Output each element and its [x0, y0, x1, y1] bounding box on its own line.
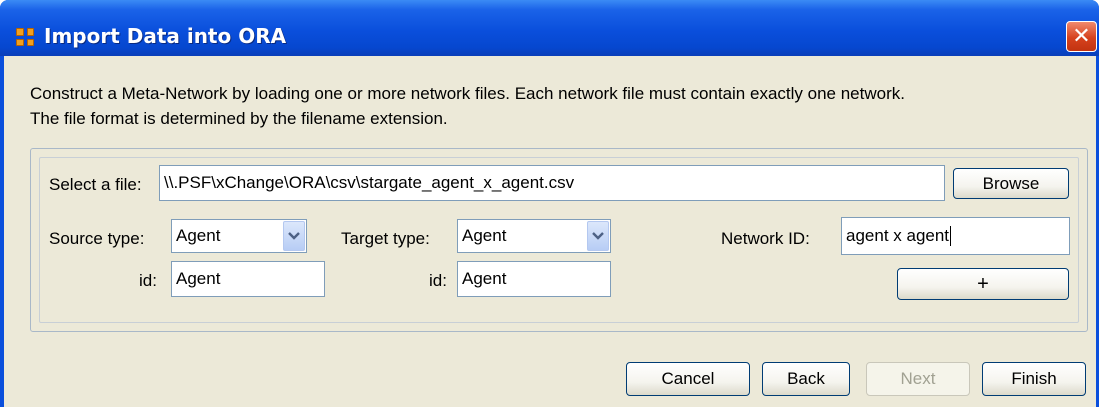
select-file-label: Select a file: [49, 175, 142, 194]
target-id-label: id: [429, 271, 447, 290]
target-type-value: Agent [462, 226, 507, 245]
text-caret [950, 226, 952, 246]
chevron-down-icon[interactable] [283, 221, 305, 251]
intro-text: Construct a Meta-Network by loading one … [30, 81, 1090, 131]
network-id-label: Network ID: [721, 229, 810, 248]
target-id-input[interactable]: Agent [457, 261, 611, 297]
add-network-button[interactable]: + [897, 268, 1069, 300]
network-id-input[interactable]: agent x agent [841, 217, 1070, 255]
network-file-panel: Select a file: \\.PSF\xChange\ORA\csv\st… [30, 148, 1088, 332]
finish-button[interactable]: Finish [982, 362, 1086, 396]
close-button[interactable]: ✕ [1066, 21, 1097, 52]
close-icon: ✕ [1072, 23, 1091, 49]
cancel-button[interactable]: Cancel [626, 362, 750, 396]
source-type-value: Agent [176, 226, 221, 245]
browse-button[interactable]: Browse [953, 168, 1069, 199]
intro-line-1: Construct a Meta-Network by loading one … [30, 84, 905, 103]
source-type-label: Source type: [49, 229, 145, 248]
source-id-input[interactable]: Agent [171, 261, 325, 297]
window-title: Import Data into ORA [44, 24, 287, 48]
network-id-value: agent x agent [846, 226, 950, 245]
import-dialog: Import Data into ORA ✕ Construct a Meta-… [0, 0, 1099, 407]
source-id-label: id: [139, 271, 157, 290]
dialog-body: Construct a Meta-Network by loading one … [4, 56, 1096, 407]
source-type-select[interactable]: Agent [171, 219, 307, 253]
back-button[interactable]: Back [762, 362, 850, 396]
intro-line-2: The file format is determined by the fil… [30, 109, 448, 128]
next-button[interactable]: Next [866, 362, 970, 396]
ora-app-icon [16, 28, 34, 46]
title-bar[interactable]: Import Data into ORA ✕ [0, 0, 1099, 56]
target-type-label: Target type: [341, 229, 430, 248]
chevron-down-icon[interactable] [587, 221, 609, 251]
target-type-select[interactable]: Agent [457, 219, 611, 253]
file-path-input[interactable]: \\.PSF\xChange\ORA\csv\stargate_agent_x_… [159, 165, 945, 201]
